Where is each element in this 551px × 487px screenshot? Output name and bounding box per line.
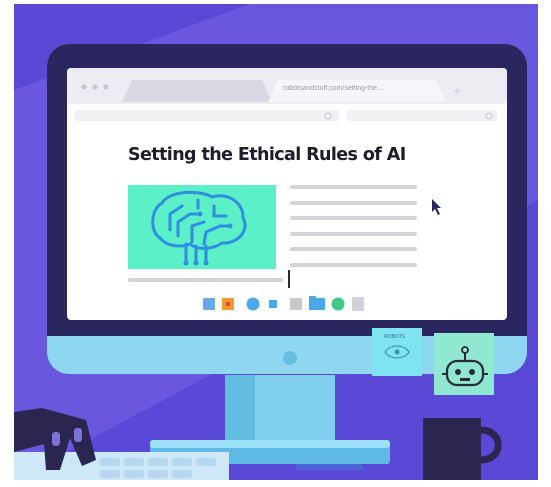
- dock-icon-8[interactable]: [352, 297, 364, 311]
- address-bar[interactable]: [75, 110, 339, 121]
- new-tab-plus-icon[interactable]: +: [453, 86, 461, 97]
- dock-icon-1[interactable]: [203, 298, 215, 310]
- dock-icon-5[interactable]: [290, 298, 302, 310]
- text-cursor: [288, 270, 290, 288]
- text-line: [290, 232, 417, 236]
- window-dot-1: [81, 84, 87, 90]
- text-line: [290, 201, 417, 205]
- text-line: [290, 263, 417, 267]
- dock-icon-4[interactable]: [269, 300, 277, 308]
- illustration-scene: +: [14, 4, 538, 480]
- window-dot-2: [92, 84, 98, 90]
- window-dot-3: [103, 84, 109, 90]
- robot-sticky-note-icon: [434, 333, 494, 395]
- sticky-note-label: ROBOTS: [384, 334, 406, 340]
- monitor-power-dot: [283, 351, 297, 365]
- article-image: [128, 185, 276, 269]
- text-line: [290, 247, 417, 251]
- search-bar[interactable]: [347, 110, 497, 121]
- text-line: [290, 185, 417, 189]
- caption-line: [128, 278, 283, 282]
- page-title: Setting the Ethical Rules of AI: [128, 145, 406, 165]
- text-line: [290, 216, 417, 220]
- dock-icon-3[interactable]: [246, 297, 260, 311]
- dock-icon-7[interactable]: [331, 297, 345, 311]
- browser-tab-inactive-label[interactable]: robotsandstuff.com/setting-the...: [283, 85, 431, 92]
- browser-tab-active[interactable]: [122, 80, 272, 102]
